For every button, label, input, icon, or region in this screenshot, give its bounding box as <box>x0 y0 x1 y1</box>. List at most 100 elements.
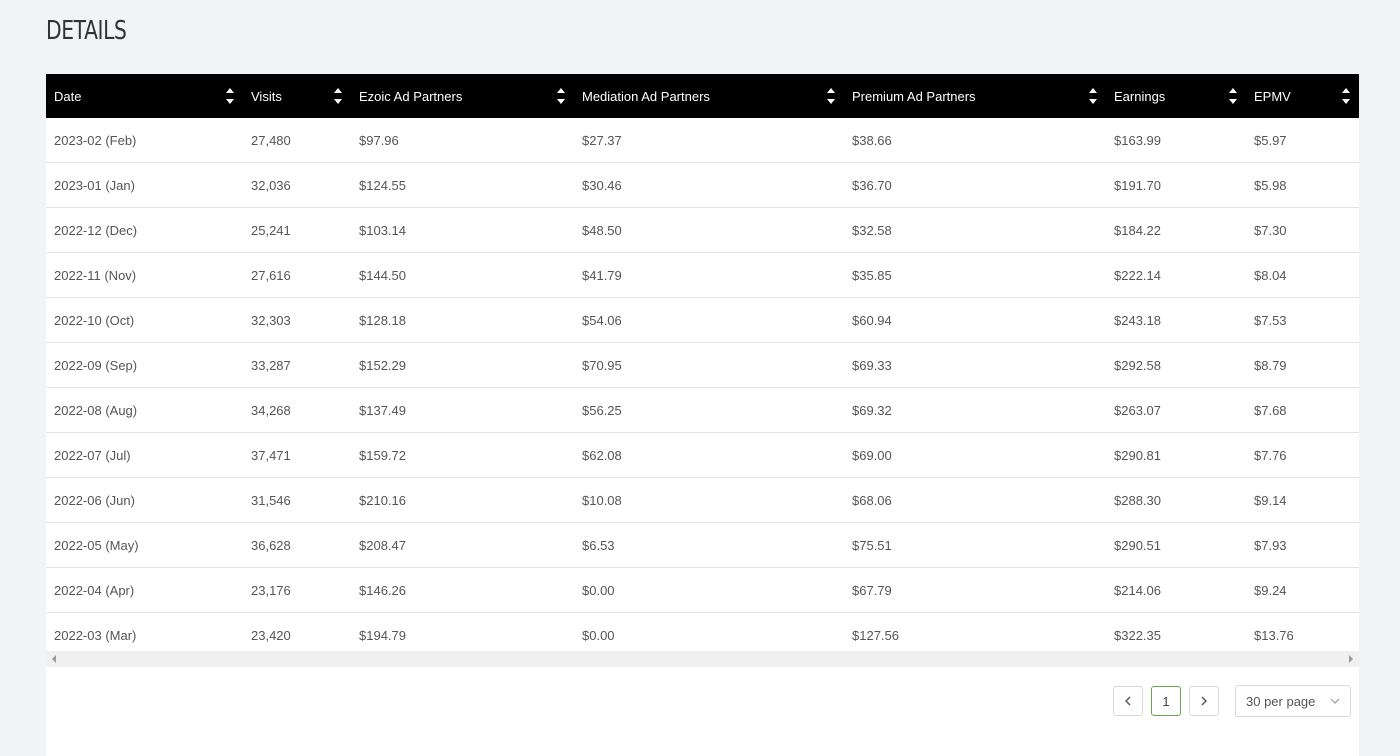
table-row: 2022-09 (Sep) 33,287 $152.29 $70.95 $69.33 $2… <box>46 342 1359 388</box>
cell-ezoic-ad-partners: $137.49 <box>351 387 574 433</box>
cell-epmv: $9.24 <box>1246 567 1359 613</box>
column-header-label: Visits <box>251 88 282 104</box>
cell-date: 2022-09 (Sep) <box>46 342 243 388</box>
cell-visits: 34,268 <box>243 387 351 433</box>
cell-earnings: $292.58 <box>1106 342 1246 388</box>
cell-premium-ad-partners: $60.94 <box>844 297 1106 343</box>
cell-epmv: $5.97 <box>1246 118 1359 163</box>
cell-ezoic-ad-partners: $103.14 <box>351 207 574 253</box>
cell-date: 2022-10 (Oct) <box>46 297 243 343</box>
cell-mediation-ad-partners: $56.25 <box>574 387 844 433</box>
table-header-row: Date Visits Ezoic Ad Partners Mediation Ad … <box>46 74 1359 118</box>
cell-date: 2022-12 (Dec) <box>46 207 243 253</box>
cell-visits: 27,616 <box>243 252 351 298</box>
cell-mediation-ad-partners: $62.08 <box>574 432 844 478</box>
table-row: 2023-01 (Jan) 32,036 $124.55 $30.46 $36.70 $1… <box>46 162 1359 208</box>
cell-date: 2022-07 (Jul) <box>46 432 243 478</box>
prev-page-button[interactable] <box>1113 686 1143 716</box>
sort-icon[interactable] <box>1228 85 1238 107</box>
cell-earnings: $184.22 <box>1106 207 1246 253</box>
cell-date: 2023-01 (Jan) <box>46 162 243 208</box>
cell-epmv: $5.98 <box>1246 162 1359 208</box>
horizontal-scrollbar[interactable] <box>46 651 1359 667</box>
sort-icon[interactable] <box>333 85 343 107</box>
column-header-label: Earnings <box>1114 88 1166 104</box>
cell-date: 2022-05 (May) <box>46 522 243 568</box>
cell-epmv: $8.79 <box>1246 342 1359 388</box>
cell-date: 2022-11 (Nov) <box>46 252 243 298</box>
cell-epmv: $7.93 <box>1246 522 1359 568</box>
cell-premium-ad-partners: $36.70 <box>844 162 1106 208</box>
cell-mediation-ad-partners: $6.53 <box>574 522 844 568</box>
scroll-right-icon[interactable] <box>1347 655 1355 663</box>
page-button-1[interactable]: 1 <box>1151 686 1181 716</box>
cell-mediation-ad-partners: $54.06 <box>574 297 844 343</box>
cell-date: 2023-02 (Feb) <box>46 118 243 163</box>
scroll-left-icon[interactable] <box>50 655 58 663</box>
cell-visits: 25,241 <box>243 207 351 253</box>
cell-earnings: $263.07 <box>1106 387 1246 433</box>
cell-premium-ad-partners: $35.85 <box>844 252 1106 298</box>
cell-ezoic-ad-partners: $144.50 <box>351 252 574 298</box>
cell-ezoic-ad-partners: $152.29 <box>351 342 574 388</box>
cell-premium-ad-partners: $69.00 <box>844 432 1106 478</box>
cell-visits: 23,176 <box>243 567 351 613</box>
cell-date: 2022-04 (Apr) <box>46 567 243 613</box>
cell-earnings: $222.14 <box>1106 252 1246 298</box>
column-header-date[interactable]: Date <box>46 74 243 118</box>
table-row: 2023-02 (Feb) 27,480 $97.96 $27.37 $38.66 $16… <box>46 118 1359 163</box>
column-header-label: Date <box>54 88 82 104</box>
table-body: 2023-02 (Feb) 27,480 $97.96 $27.37 $38.66 $16… <box>46 118 1359 657</box>
cell-premium-ad-partners: $69.32 <box>844 387 1106 433</box>
cell-premium-ad-partners: $67.79 <box>844 567 1106 613</box>
cell-earnings: $191.70 <box>1106 162 1246 208</box>
column-header-visits[interactable]: Visits <box>243 74 351 118</box>
cell-epmv: $9.14 <box>1246 477 1359 523</box>
cell-earnings: $214.06 <box>1106 567 1246 613</box>
sort-icon[interactable] <box>556 85 566 107</box>
sort-icon[interactable] <box>1341 85 1351 107</box>
table-row: 2022-12 (Dec) 25,241 $103.14 $48.50 $32.58 $1… <box>46 207 1359 253</box>
cell-mediation-ad-partners: $41.79 <box>574 252 844 298</box>
per-page-label: 30 per page <box>1246 693 1316 709</box>
table-row: 2022-04 (Apr) 23,176 $146.26 $0.00 $67.79 $21… <box>46 567 1359 613</box>
cell-ezoic-ad-partners: $97.96 <box>351 118 574 163</box>
cell-visits: 32,036 <box>243 162 351 208</box>
cell-visits: 36,628 <box>243 522 351 568</box>
cell-epmv: $8.04 <box>1246 252 1359 298</box>
cell-premium-ad-partners: $69.33 <box>844 342 1106 388</box>
cell-premium-ad-partners: $38.66 <box>844 118 1106 163</box>
per-page-select[interactable]: 30 per page <box>1235 685 1351 717</box>
cell-mediation-ad-partners: $48.50 <box>574 207 844 253</box>
cell-date: 2022-06 (Jun) <box>46 477 243 523</box>
column-header-mediation-ad-partners[interactable]: Mediation Ad Partners <box>574 74 844 118</box>
cell-visits: 31,546 <box>243 477 351 523</box>
column-header-premium-ad-partners[interactable]: Premium Ad Partners <box>844 74 1106 118</box>
sort-icon[interactable] <box>225 85 235 107</box>
cell-date: 2022-08 (Aug) <box>46 387 243 433</box>
cell-epmv: $7.30 <box>1246 207 1359 253</box>
cell-visits: 33,287 <box>243 342 351 388</box>
column-header-epmv[interactable]: EPMV <box>1246 74 1359 118</box>
cell-ezoic-ad-partners: $208.47 <box>351 522 574 568</box>
cell-epmv: $7.53 <box>1246 297 1359 343</box>
cell-mediation-ad-partners: $27.37 <box>574 118 844 163</box>
cell-premium-ad-partners: $32.58 <box>844 207 1106 253</box>
sort-icon[interactable] <box>1088 85 1098 107</box>
next-page-button[interactable] <box>1189 686 1219 716</box>
chevron-down-icon <box>1330 698 1340 704</box>
cell-ezoic-ad-partners: $124.55 <box>351 162 574 208</box>
column-header-ezoic-ad-partners[interactable]: Ezoic Ad Partners <box>351 74 574 118</box>
sort-icon[interactable] <box>826 85 836 107</box>
table-row: 2022-10 (Oct) 32,303 $128.18 $54.06 $60.94 $2… <box>46 297 1359 343</box>
details-table: Date Visits Ezoic Ad Partners Mediation Ad … <box>46 74 1359 657</box>
table-row: 2022-05 (May) 36,628 $208.47 $6.53 $75.51 $29… <box>46 522 1359 568</box>
cell-epmv: $7.68 <box>1246 387 1359 433</box>
details-table-card: Date Visits Ezoic Ad Partners Mediation Ad … <box>46 74 1359 756</box>
column-header-earnings[interactable]: Earnings <box>1106 74 1246 118</box>
cell-mediation-ad-partners: $30.46 <box>574 162 844 208</box>
cell-mediation-ad-partners: $70.95 <box>574 342 844 388</box>
cell-earnings: $243.18 <box>1106 297 1246 343</box>
chevron-right-icon <box>1201 696 1207 706</box>
cell-ezoic-ad-partners: $146.26 <box>351 567 574 613</box>
